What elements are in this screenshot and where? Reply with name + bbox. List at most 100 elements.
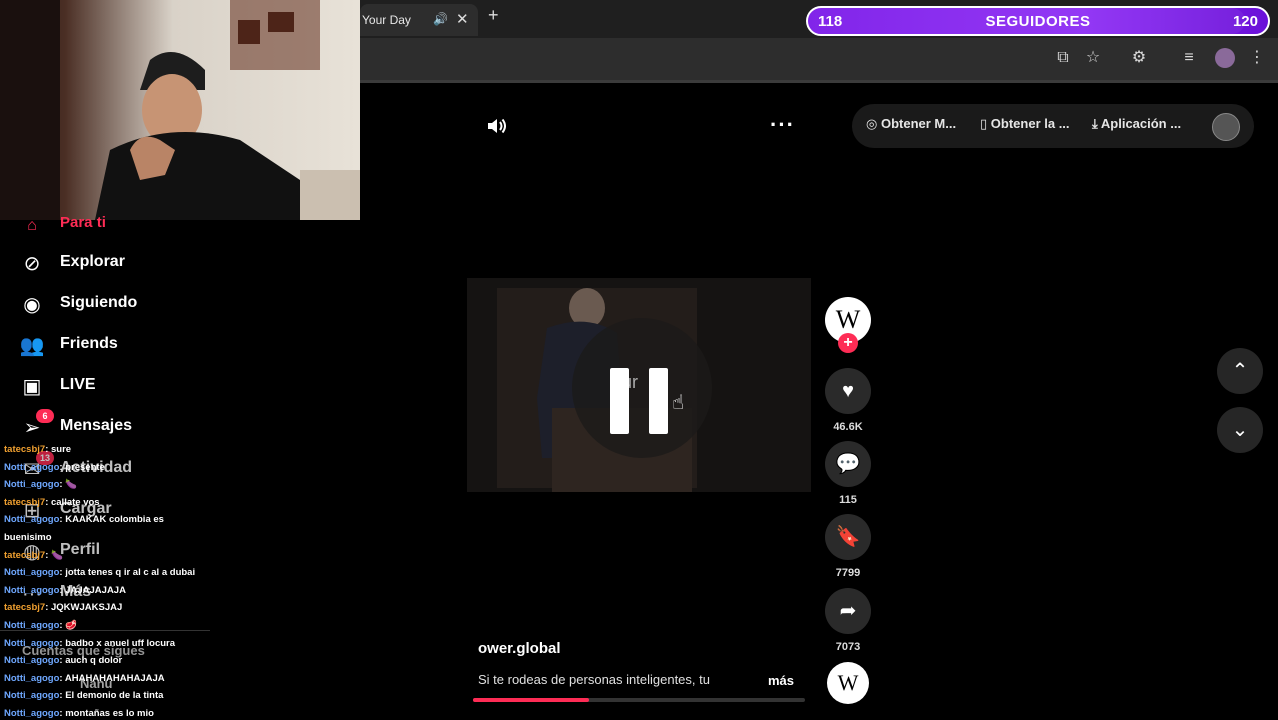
save-button[interactable]: 🔖 xyxy=(825,514,871,560)
bookmark-icon: 🔖 xyxy=(835,526,861,548)
like-count: 46.6K xyxy=(833,421,863,433)
chat-username: tatecsbj7 xyxy=(4,602,46,614)
chat-text: : 🍆 xyxy=(45,549,63,561)
tab-speaker-icon[interactable]: 🔊 xyxy=(433,12,448,26)
chat-text: : montañas es lo mio xyxy=(59,708,154,719)
chat-text: : AHAHAHAHAHAJAJA xyxy=(59,672,165,684)
chat-message: tatecsbj7: callate vos xyxy=(4,497,100,508)
more-horizontal-icon[interactable]: ··· xyxy=(770,112,795,138)
followers-goal: 120 xyxy=(1232,13,1258,30)
chat-message: tatecsbj7: sure xyxy=(4,444,71,455)
chat-username: Notti_agogo xyxy=(4,655,60,667)
get-app-button[interactable]: ▯ Obtener la ... xyxy=(980,116,1070,132)
chat-text: : 🥩 xyxy=(59,620,78,631)
chat-username: Notti_agogo xyxy=(4,461,60,473)
browser-tab[interactable]: Your Day 🔊 ✕ xyxy=(360,4,478,36)
download-icon: ⤓ xyxy=(1092,116,1098,131)
profile-avatar[interactable] xyxy=(1215,48,1235,68)
home-icon: ⌂ xyxy=(27,217,37,234)
video-progress-track[interactable] xyxy=(473,698,805,702)
followers-goal-bar: 118 SEGUIDORES 120 xyxy=(806,6,1270,36)
video-progress-fill xyxy=(473,698,590,702)
tab-close-icon[interactable]: ✕ xyxy=(456,10,469,28)
next-video-button[interactable]: ⌄ xyxy=(1217,407,1263,453)
chat-username: tatecsbj7 xyxy=(4,444,46,455)
sidebar-item-label: Explorar xyxy=(60,253,125,270)
sidebar-item-label: LIVE xyxy=(60,376,96,393)
sidebar-item-label: Para ti xyxy=(60,214,106,231)
chat-username: Notti_agogo xyxy=(4,584,60,596)
get-app-label: Obtener la ... xyxy=(990,116,1070,131)
chat-username: tatecsbj7 xyxy=(4,496,46,508)
share-count: 7073 xyxy=(835,641,861,653)
chat-text: : JQKWJAKSJAJ xyxy=(45,602,123,614)
chat-username: Notti_agogo xyxy=(4,514,60,526)
chat-text: : jotta tenes q ir al c al a dubai xyxy=(59,567,196,579)
tab-title: Your Day xyxy=(362,13,411,27)
chat-text: : auch q dolor xyxy=(59,655,123,667)
media-control-icon[interactable]: ≡ xyxy=(1178,47,1200,69)
chat-text: : badbo x anuel uff locura xyxy=(59,637,176,649)
pause-bar-right xyxy=(649,368,668,434)
followers-label: SEGUIDORES xyxy=(985,13,1091,30)
phone-icon: ▯ xyxy=(980,116,988,131)
user-avatar[interactable] xyxy=(1212,113,1240,141)
bookmark-star-icon[interactable]: ☆ xyxy=(1082,47,1104,69)
chat-text: : 🍆 xyxy=(59,479,78,491)
chat-message: Notti_agogo: jotta tenes q ir al c al a … xyxy=(4,567,195,578)
chat-text: : KAAKAK colombia es xyxy=(59,514,164,526)
chat-message: Notti_agogo: JAJAJAJAJA xyxy=(4,585,126,596)
video-caption: Si te rodeas de personas inteligentes, t… xyxy=(478,672,710,687)
comment-button[interactable]: 💬 xyxy=(825,441,871,487)
get-coins-button[interactable]: ◎ Obtener M... xyxy=(866,116,956,132)
following-avatar-icon: ◉ xyxy=(23,294,41,316)
top-right-action-bar: ◎ Obtener M... ▯ Obtener la ... ⤓ Aplica… xyxy=(852,104,1254,148)
heart-icon: ♥ xyxy=(842,380,854,402)
mouse-cursor-icon: ☝ xyxy=(672,392,685,414)
comment-count: 115 xyxy=(839,494,857,506)
friends-icon: 👥 xyxy=(19,335,45,357)
chat-username: tatecsbj7 xyxy=(4,549,46,561)
chat-message: Notti_agogo: presente xyxy=(4,462,105,473)
comment-icon: 💬 xyxy=(835,453,861,475)
video-author[interactable]: ower.global xyxy=(478,640,561,657)
follow-plus-icon[interactable]: + xyxy=(838,333,858,353)
volume-icon[interactable] xyxy=(485,114,509,144)
coin-icon: ◎ xyxy=(866,116,878,131)
install-app-icon[interactable]: ⧉ xyxy=(1052,47,1074,69)
desktop-app-button[interactable]: ⤓ Aplicación ... xyxy=(1092,116,1181,132)
chat-text: : sure xyxy=(45,444,72,455)
save-count: 7799 xyxy=(835,567,861,579)
previous-video-button[interactable]: ⌃ xyxy=(1217,348,1263,394)
video-frame-image: ur xyxy=(467,278,811,492)
share-button[interactable]: ➦ xyxy=(825,588,871,634)
chat-message: Notti_agogo: badbo x anuel uff locura xyxy=(4,638,175,649)
video-player[interactable]: ur ☝ xyxy=(467,278,811,492)
chat-message: Notti_agogo: AHAHAHAHAHAJAJA xyxy=(4,673,165,684)
chat-username: Notti_agogo xyxy=(4,708,60,719)
share-arrow-icon: ➦ xyxy=(839,600,857,622)
sidebar-item-label: Siguiendo xyxy=(60,294,138,311)
chat-message: buenisimo xyxy=(4,532,52,543)
webcam-overlay xyxy=(0,0,360,220)
webcam-person-image xyxy=(0,0,360,220)
chat-text: : JAJAJAJAJA xyxy=(59,584,126,596)
chat-message: tatecsbj7: 🍆 xyxy=(4,550,63,561)
chat-message: Notti_agogo: KAAKAK colombia es xyxy=(4,514,164,525)
chat-message: Notti_agogo: El demonio de la tinta xyxy=(4,690,163,701)
music-disc-avatar[interactable]: W xyxy=(827,662,869,704)
kebab-menu-icon[interactable]: ⋮ xyxy=(1246,47,1268,69)
caption-more-link[interactable]: más xyxy=(768,673,794,688)
chat-username: Notti_agogo xyxy=(4,672,60,684)
extensions-icon[interactable]: ⚙ xyxy=(1128,47,1150,69)
live-tv-icon: ▣ xyxy=(22,376,42,398)
new-tab-button[interactable]: + xyxy=(488,5,499,26)
desktop-app-label: Aplicación ... xyxy=(1100,116,1182,131)
chat-message: Notti_agogo: montañas es lo mio xyxy=(4,708,154,719)
browser-toolbar: ⧉ ☆ ⚙ ≡ ⋮ xyxy=(360,38,1278,83)
sidebar-item-label: Perfil xyxy=(60,541,101,558)
chat-text: buenisimo xyxy=(4,532,52,543)
chat-message: Notti_agogo: 🥩 xyxy=(4,620,77,631)
notification-badge: 6 xyxy=(36,409,54,423)
like-button[interactable]: ♥ xyxy=(825,368,871,414)
